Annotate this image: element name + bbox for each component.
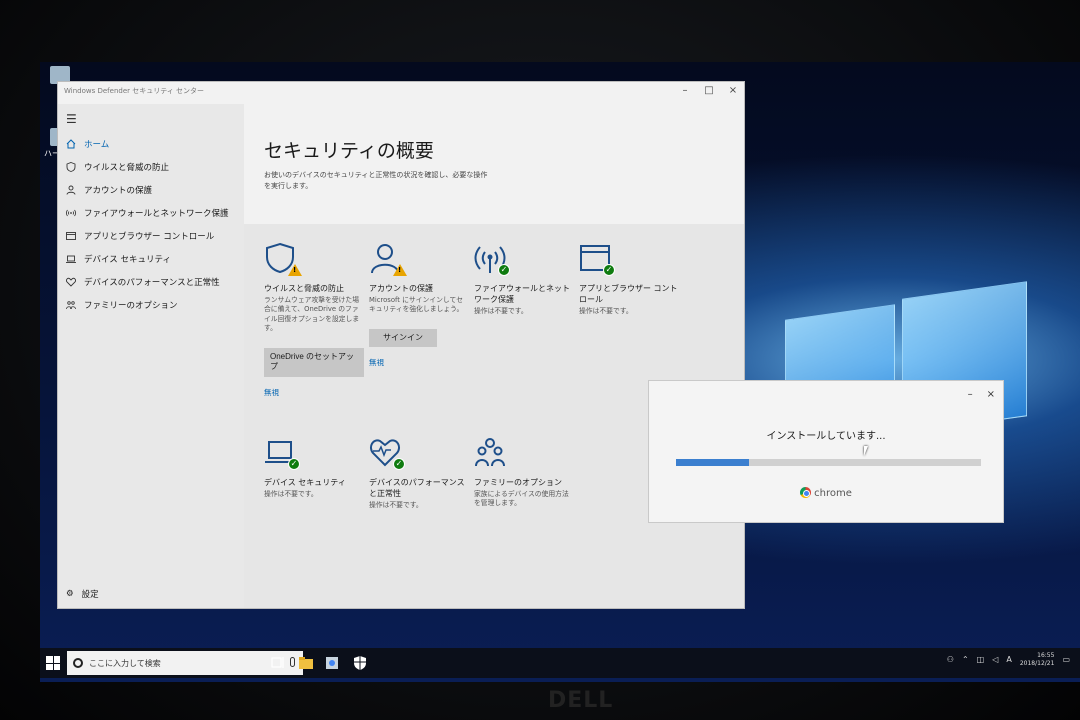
tile-firewall[interactable]: ✓ ファイアウォールとネットワーク保護 操作は不要です。 — [474, 242, 574, 316]
warning-icon — [288, 264, 302, 276]
mouse-cursor-icon — [864, 446, 868, 456]
settings-link[interactable]: ⚙ 設定 — [66, 588, 99, 600]
taskbar: ここに入力して検索 ⚇ ⌃ ◫ ◁ A 16:55 2018/12/21 ▭ — [40, 648, 1080, 678]
people-icon[interactable]: ⚇ — [947, 655, 954, 664]
sidebar-item-family[interactable]: ファミリーのオプション — [66, 299, 178, 311]
dismiss-link[interactable]: 無視 — [264, 387, 364, 398]
search-input[interactable]: ここに入力して検索 — [89, 658, 161, 669]
sidebar-item-account[interactable]: アカウントの保護 — [66, 184, 152, 196]
minimize-button[interactable]: – — [678, 85, 692, 96]
sidebar: ☰ ホーム ウイルスと脅威の防止 アカウントの保護 ファイアウォールとネットワー… — [58, 104, 244, 608]
start-button[interactable] — [46, 656, 60, 670]
monitor-brand-logo: DELL — [548, 688, 614, 713]
task-view-icon[interactable] — [270, 654, 286, 672]
defender-window: Windows Defender セキュリティ センター – □ × ☰ ホーム… — [58, 82, 744, 608]
sign-in-button[interactable]: サインイン — [369, 328, 437, 348]
person-icon — [66, 185, 76, 195]
cortana-icon — [73, 658, 83, 668]
onedrive-setup-button[interactable]: OneDrive のセットアップ — [264, 347, 364, 377]
sidebar-item-virus[interactable]: ウイルスと脅威の防止 — [66, 161, 169, 173]
tile-account-protection[interactable]: アカウントの保護 Microsoft にサインインしてセキュリティを強化しましょ… — [369, 242, 469, 368]
family-icon — [475, 438, 505, 467]
checkmark-icon: ✓ — [288, 458, 300, 470]
defender-taskbar-icon[interactable] — [352, 654, 368, 672]
wifi-icon — [66, 209, 76, 217]
minimize-button[interactable]: – — [968, 389, 973, 400]
chevron-up-icon[interactable]: ⌃ — [962, 655, 969, 664]
title-bar[interactable]: Windows Defender セキュリティ センター – □ × — [58, 82, 744, 104]
network-icon[interactable]: ◫ — [977, 655, 985, 664]
sidebar-item-app-browser[interactable]: アプリとブラウザー コントロール — [66, 230, 214, 242]
checkmark-icon: ✓ — [393, 458, 405, 470]
notification-icon[interactable]: ▭ — [1062, 655, 1070, 664]
heart-icon — [66, 277, 76, 287]
main-content: セキュリティの概要 お使いのデバイスのセキュリティと正常性の状況を確認し、必要な… — [244, 104, 744, 608]
microphone-icon[interactable] — [290, 657, 295, 667]
file-explorer-icon[interactable] — [298, 654, 314, 672]
close-button[interactable]: × — [726, 85, 740, 96]
tile-family-options[interactable]: ファミリーのオプション 家族によるデバイスの使用方法を管理します。 — [474, 436, 574, 509]
sidebar-item-device-security[interactable]: デバイス セキュリティ — [66, 253, 171, 265]
checkmark-icon: ✓ — [603, 264, 615, 276]
browser-icon — [66, 232, 76, 240]
ime-indicator[interactable]: A — [1006, 655, 1011, 664]
chrome-installer-dialog: – × インストールしています... chrome — [648, 380, 1004, 523]
page-title: セキュリティの概要 — [264, 140, 434, 162]
chrome-logo-icon — [800, 487, 812, 498]
tile-app-browser[interactable]: ✓ アプリとブラウザー コントロール 操作は不要です。 — [579, 242, 679, 316]
chrome-brand: chrome — [649, 487, 1003, 499]
installer-taskbar-icon[interactable] — [324, 654, 340, 672]
laptop-icon — [66, 255, 76, 263]
tile-virus-protection[interactable]: ウイルスと脅威の防止 ランサムウェア攻撃を受けた場合に備えて、OneDrive … — [264, 242, 364, 398]
close-button[interactable]: × — [987, 389, 995, 400]
dismiss-link[interactable]: 無視 — [369, 357, 469, 368]
maximize-button[interactable]: □ — [702, 85, 716, 96]
system-tray: ⚇ ⌃ ◫ ◁ A 16:55 2018/12/21 ▭ — [947, 652, 1070, 668]
checkmark-icon: ✓ — [498, 264, 510, 276]
shield-icon — [66, 162, 76, 172]
progress-fill — [676, 459, 750, 466]
volume-icon[interactable]: ◁ — [992, 655, 998, 664]
window-title: Windows Defender セキュリティ センター — [64, 87, 205, 95]
home-icon — [66, 139, 76, 149]
sidebar-item-home[interactable]: ホーム — [66, 138, 109, 150]
warning-icon — [393, 264, 407, 276]
family-icon — [66, 301, 76, 310]
sidebar-item-performance[interactable]: デバイスのパフォーマンスと正常性 — [66, 276, 220, 288]
clock[interactable]: 16:55 2018/12/21 — [1020, 652, 1055, 668]
page-description: お使いのデバイスのセキュリティと正常性の状況を確認し、必要な操作を実行します。 — [264, 171, 488, 190]
install-status-text: インストールしています... — [766, 431, 886, 442]
tile-device-performance[interactable]: ✓ デバイスのパフォーマンスと正常性 操作は不要です。 — [369, 436, 469, 510]
gear-icon: ⚙ — [66, 589, 74, 599]
sidebar-item-firewall[interactable]: ファイアウォールとネットワーク保護 — [66, 207, 229, 219]
install-progress-bar — [676, 459, 981, 466]
hamburger-menu-icon[interactable]: ☰ — [66, 112, 77, 126]
taskbar-search[interactable]: ここに入力して検索 — [67, 651, 303, 675]
tile-device-security[interactable]: ✓ デバイス セキュリティ 操作は不要です。 — [264, 436, 364, 499]
